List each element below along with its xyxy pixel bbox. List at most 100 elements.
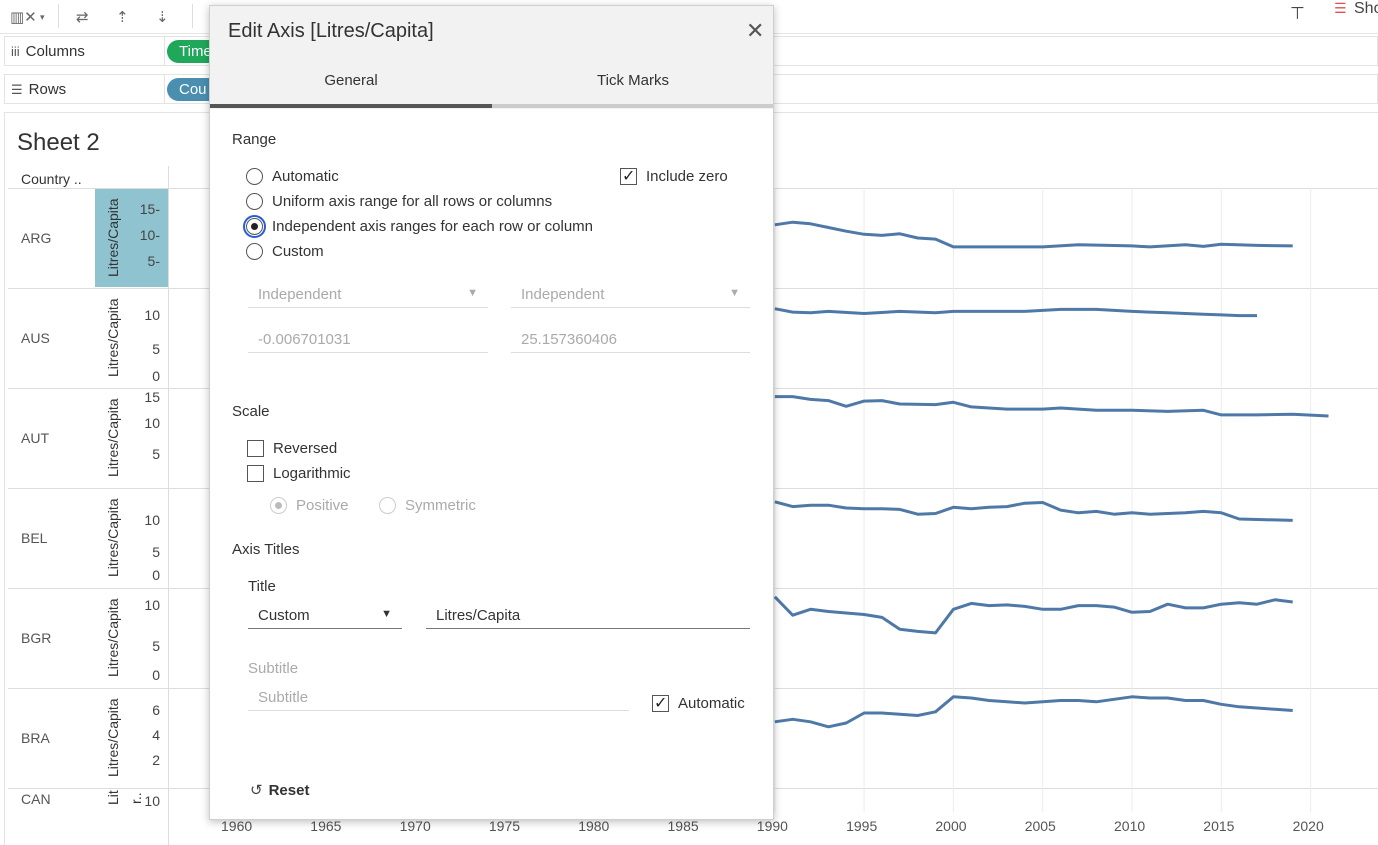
symmetric-option[interactable]: Symmetric xyxy=(379,495,476,515)
toolbar-divider xyxy=(58,4,59,28)
x-tick-label: 1975 xyxy=(488,818,521,834)
sort-descending-icon[interactable]: ⇣ xyxy=(156,8,169,26)
row-header-bel[interactable]: BEL xyxy=(21,530,47,546)
range-automatic-radio[interactable] xyxy=(246,167,263,185)
range-custom-radio[interactable] xyxy=(246,242,263,260)
y-tick-label: 4 xyxy=(152,727,160,743)
range-custom-option[interactable]: Custom xyxy=(246,241,324,261)
subtitle-automatic-checkbox[interactable] xyxy=(652,693,669,713)
dialog-title: Edit Axis [Litres/Capita] xyxy=(228,20,434,42)
include-zero-option[interactable]: Include zero xyxy=(620,166,728,186)
y-tick-label: 5 xyxy=(152,638,160,654)
dialog-header: Edit Axis [Litres/Capita] ✕ General Tick… xyxy=(210,6,773,109)
range-min-mode-dropdown[interactable]: Independent ▼ xyxy=(248,282,488,308)
axis-title-secondary: r.. xyxy=(128,792,144,804)
y-tick-label: 15 xyxy=(144,389,160,405)
x-tick-label: 1965 xyxy=(310,818,342,834)
row-header-aut[interactable]: AUT xyxy=(21,430,49,446)
positive-option[interactable]: Positive xyxy=(270,495,349,515)
y-tick-label: 2 xyxy=(152,752,160,768)
positive-radio[interactable] xyxy=(270,496,287,514)
axis-title[interactable]: Litres/Capita xyxy=(105,589,123,687)
x-tick-label: 1995 xyxy=(846,818,878,834)
x-tick-label: 2010 xyxy=(1114,818,1146,834)
subtitle-input[interactable]: Subtitle xyxy=(248,685,629,711)
range-min-value-input[interactable]: -0.006701031 xyxy=(248,327,488,353)
title-input[interactable]: Litres/Capita xyxy=(426,603,750,629)
show-me-icon[interactable]: ☰ xyxy=(1334,0,1347,17)
clear-sheet-icon[interactable]: ▥✕ xyxy=(10,8,37,26)
subtitle-automatic-option[interactable]: Automatic xyxy=(652,693,745,713)
axis-title[interactable]: Litres/Capita xyxy=(105,189,123,287)
title-mode-dropdown[interactable]: Custom ▼ xyxy=(248,603,402,629)
x-tick-label: 1990 xyxy=(756,818,788,834)
axis-title[interactable]: Litres/Capita xyxy=(105,389,123,487)
row-header-arg[interactable]: ARG xyxy=(21,230,51,246)
row-header-aus[interactable]: AUS xyxy=(21,330,50,346)
subtitle-label: Subtitle xyxy=(248,660,299,677)
chevron-down-icon[interactable]: ▾ xyxy=(40,12,45,23)
logarithmic-checkbox[interactable] xyxy=(247,464,264,482)
axis-title[interactable]: Litres/Capita xyxy=(105,689,123,787)
format-painter-icon[interactable]: ⊤ xyxy=(1290,4,1305,24)
range-automatic-option[interactable]: Automatic xyxy=(246,166,339,186)
row-header-bgr[interactable]: BGR xyxy=(21,630,51,646)
x-tick-label: 2015 xyxy=(1203,818,1235,834)
logarithmic-option[interactable]: Logarithmic xyxy=(247,463,351,483)
range-max-mode-dropdown[interactable]: Independent ▼ xyxy=(511,282,750,308)
row-header-can[interactable]: CAN xyxy=(21,791,51,807)
edit-axis-dialog: Edit Axis [Litres/Capita] ✕ General Tick… xyxy=(209,5,774,820)
x-tick-label: 2005 xyxy=(1024,818,1056,834)
tab-tick-marks[interactable]: Tick Marks xyxy=(492,72,774,89)
axis-title[interactable]: Litres/Capita xyxy=(105,289,123,387)
y-tick-label: 10 xyxy=(144,415,160,431)
chevron-down-icon: ▼ xyxy=(467,287,478,299)
sheet-title: Sheet 2 xyxy=(17,129,100,156)
swap-icon[interactable]: ⇄ xyxy=(76,8,89,26)
reversed-option[interactable]: Reversed xyxy=(247,438,337,458)
range-independent-option[interactable]: Independent axis ranges for each row or … xyxy=(243,214,593,238)
undo-icon: ↺ xyxy=(250,782,263,799)
rows-icon: ☰ xyxy=(11,82,23,97)
x-tick-label: 1970 xyxy=(399,818,431,834)
x-tick-label: 2000 xyxy=(935,818,967,834)
include-zero-checkbox[interactable] xyxy=(620,166,637,186)
y-tick-label: 10 xyxy=(144,307,160,323)
y-tick-label: 10- xyxy=(139,227,160,243)
y-tick-label: 0 xyxy=(152,368,160,384)
columns-shelf-label: iii Columns xyxy=(5,37,165,65)
y-tick-label: 5- xyxy=(147,253,160,269)
range-uniform-option[interactable]: Uniform axis range for all rows or colum… xyxy=(246,191,552,211)
pane-divider xyxy=(168,166,169,845)
tab-general[interactable]: General xyxy=(210,72,492,89)
rows-shelf-label: ☰ Rows xyxy=(5,75,165,103)
y-tick-label: 0 xyxy=(152,567,160,583)
y-tick-label: 6 xyxy=(152,702,160,718)
x-tick-label: 1980 xyxy=(578,818,610,834)
row-header-bra[interactable]: BRA xyxy=(21,730,50,746)
reversed-checkbox[interactable] xyxy=(247,439,264,457)
reset-button[interactable]: ↺ Reset xyxy=(250,781,309,799)
symmetric-radio[interactable] xyxy=(379,496,396,514)
country-column-header[interactable]: Country .. xyxy=(21,171,82,187)
tab-tick-marks-indicator xyxy=(492,104,773,108)
y-tick-label: 10 xyxy=(144,512,160,528)
close-icon[interactable]: ✕ xyxy=(746,18,764,44)
toolbar-divider xyxy=(192,4,193,28)
chevron-down-icon: ▼ xyxy=(729,287,740,299)
axis-title[interactable]: Lit xyxy=(105,789,123,807)
sort-ascending-icon[interactable]: ⇡ xyxy=(116,8,129,26)
y-tick-label: 10 xyxy=(144,597,160,613)
y-tick-label: 5 xyxy=(152,341,160,357)
show-me-label[interactable]: Sho xyxy=(1354,0,1378,18)
x-tick-label: 1960 xyxy=(221,818,253,834)
y-tick-label: 0 xyxy=(152,667,160,683)
range-max-value-input[interactable]: 25.157360406 xyxy=(511,327,750,353)
chevron-down-icon: ▼ xyxy=(381,608,392,620)
scale-heading: Scale xyxy=(232,403,270,420)
axis-title[interactable]: Litres/Capita xyxy=(105,489,123,587)
range-heading: Range xyxy=(232,131,277,148)
range-uniform-radio[interactable] xyxy=(246,192,263,210)
y-tick-label: 15- xyxy=(139,201,160,217)
range-independent-radio[interactable] xyxy=(243,214,266,238)
